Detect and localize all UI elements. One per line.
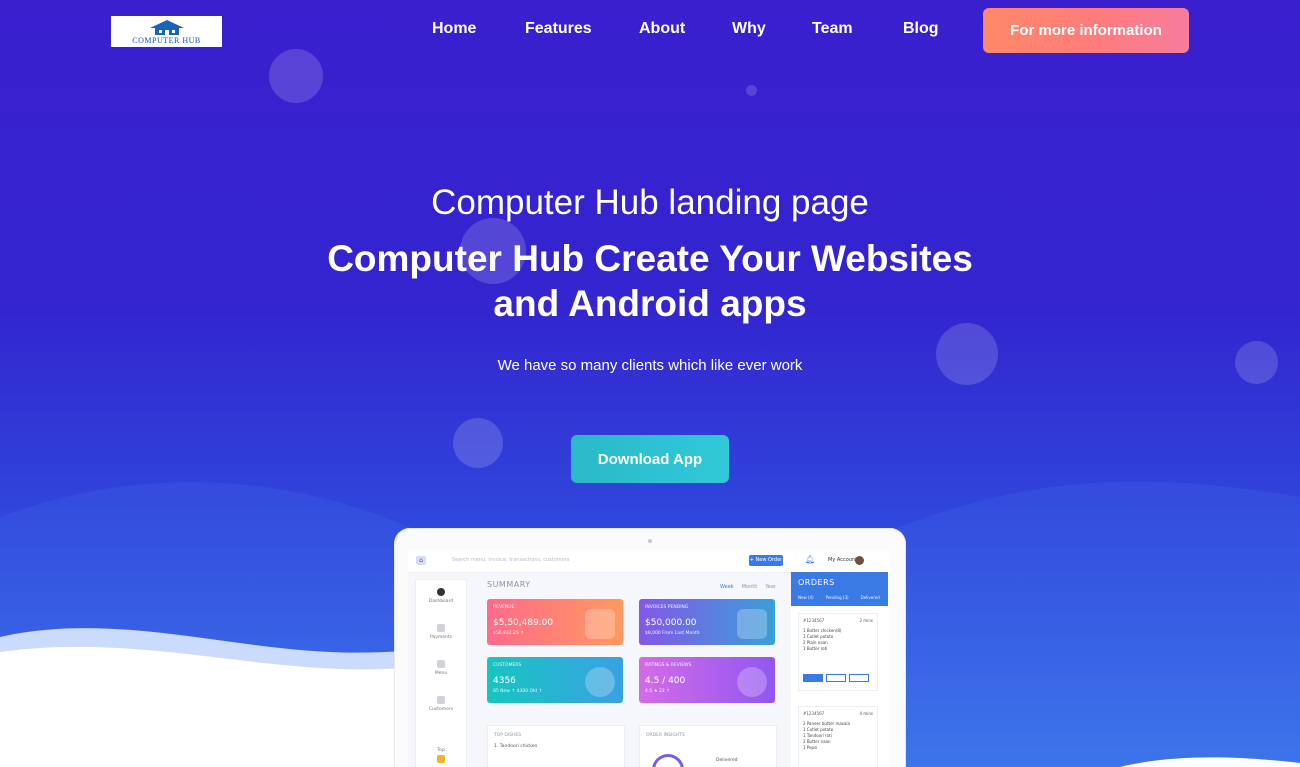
nav-team[interactable]: Team xyxy=(812,20,853,38)
order-card: #1234567 2 mins 1 Butter chicken(8) 1 Cu… xyxy=(798,613,878,691)
dashboard-new-order-button: + New Order xyxy=(749,555,783,566)
site-header: COMPUTER HUB Home Features About Why Tea… xyxy=(0,0,1300,62)
hero-subtitle: We have so many clients which like ever … xyxy=(497,357,803,374)
decor-bubble xyxy=(746,85,757,96)
site-logo[interactable]: COMPUTER HUB xyxy=(111,16,222,47)
revenue-card: REVENUE $5,50,489.00 $50,932.25 ↑ xyxy=(487,599,623,645)
logo-text: COMPUTER HUB xyxy=(132,35,201,45)
nav-why[interactable]: Why xyxy=(732,20,766,38)
customers-card: CUSTOMERS 4356 85 New ↑ 4300 Old ↑ xyxy=(487,657,623,703)
nav-blog[interactable]: Blog xyxy=(903,20,939,38)
period-year: Year xyxy=(765,584,776,590)
sidebar-item-customers: Customers xyxy=(416,696,466,712)
call-icon xyxy=(849,674,869,682)
dashboard-topbar: ⌂ Search menu, invoice, transactions, cu… xyxy=(408,550,890,573)
orders-header: ORDERS New (4) Pending (3) Delivered xyxy=(791,572,888,606)
reject-icon xyxy=(826,674,846,682)
order-actions xyxy=(803,667,872,686)
dashboard-search: Search menu, invoice, transactions, cust… xyxy=(452,557,570,563)
period-switch: Week Month Year xyxy=(720,584,784,590)
avatar xyxy=(855,556,864,565)
download-app-button[interactable]: Download App xyxy=(571,435,729,483)
orders-panel: ORDERS New (4) Pending (3) Delivered #1234… xyxy=(791,572,890,767)
period-month: Month xyxy=(741,584,758,590)
hero-eyebrow: Computer Hub landing page xyxy=(431,183,869,222)
more-information-button[interactable]: For more information xyxy=(983,8,1189,53)
accept-icon xyxy=(803,674,823,682)
ratings-card: RATINGS & REVIEWS 4.5 / 400 4.5 ★ 22 ↑ xyxy=(639,657,775,703)
star-icon xyxy=(737,667,767,697)
menu-icon xyxy=(437,660,445,668)
nav-about[interactable]: About xyxy=(639,20,685,38)
decor-bubble xyxy=(936,323,998,385)
house-logo-icon xyxy=(149,19,184,35)
top-dishes-panel: TOP DISHES 1. Tandoori chicken xyxy=(487,725,625,767)
sidebar-item-menu: Menu xyxy=(416,660,466,676)
payments-icon xyxy=(437,624,445,632)
summary-title: SUMMARY xyxy=(487,580,531,589)
users-icon xyxy=(585,667,615,697)
laptop-mockup: ⌂ Search menu, invoice, transactions, cu… xyxy=(394,528,906,767)
dashboard-account: My Account xyxy=(828,557,858,563)
nav-home[interactable]: Home xyxy=(432,20,476,38)
dashboard-sidebar: Dashboard Payments Menu Customers Top xyxy=(415,579,467,767)
hero-headline: Computer Hub Create Your Websites and An… xyxy=(327,238,973,324)
dashboard-screenshot: ⌂ Search menu, invoice, transactions, cu… xyxy=(408,550,890,767)
dashboard-icon xyxy=(437,588,445,596)
orders-tabs: New (4) Pending (3) Delivered xyxy=(798,595,880,600)
bell-icon: 🔔︎ xyxy=(805,555,816,564)
donut-chart-icon xyxy=(652,754,684,767)
sidebar-item-dashboard: Dashboard xyxy=(416,588,466,604)
nav-features[interactable]: Features xyxy=(525,20,592,38)
period-week: Week xyxy=(720,584,734,590)
customers-icon xyxy=(437,696,445,704)
wallet-icon xyxy=(585,609,615,639)
invoices-card: INVOICES PENDING $50,000.00 $8,000 From … xyxy=(639,599,775,645)
order-card: #1234567 4 mins 2 Paneer butter masala 1… xyxy=(798,706,878,767)
invoice-icon xyxy=(737,609,767,639)
trophy-icon xyxy=(437,755,445,763)
order-insights-panel: ORDER INSIGHTS Delivered xyxy=(639,725,777,767)
laptop-camera xyxy=(648,539,652,543)
dashboard-logo-icon: ⌂ xyxy=(416,556,426,565)
sidebar-item-payments: Payments xyxy=(416,624,466,640)
sidebar-item-top: Top xyxy=(416,748,466,766)
landing-page: COMPUTER HUB Home Features About Why Tea… xyxy=(0,0,1300,767)
